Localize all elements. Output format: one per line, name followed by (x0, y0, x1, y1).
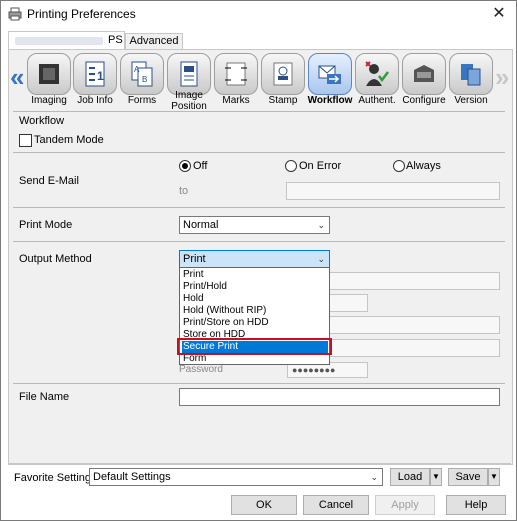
printer-name-redacted (15, 37, 103, 45)
chevron-down-icon: ⌄ (370, 472, 378, 482)
toolbar-label-workflow: Workflow (307, 95, 353, 106)
window-title: Printing Preferences (27, 7, 136, 21)
send-email-on-error-radio[interactable] (285, 160, 297, 172)
marks-icon (214, 53, 258, 95)
send-email-always-label: Always (406, 160, 441, 172)
close-button[interactable]: ✕ (485, 2, 513, 26)
ok-button[interactable]: OK (231, 495, 297, 515)
output-method-select[interactable]: Print ⌄ (179, 250, 330, 268)
tandem-mode-label: Tandem Mode (34, 134, 104, 146)
load-dropdown-arrow-icon[interactable]: ▼ (430, 468, 442, 486)
toolbar-label-stamp: Stamp (268, 95, 298, 106)
section-title: Workflow (19, 115, 65, 127)
output-method-label: Output Method (19, 253, 92, 265)
list-item[interactable]: Print/Hold (182, 281, 328, 293)
scroll-left-arrow-icon[interactable]: « (10, 63, 24, 91)
divider (13, 383, 505, 384)
svg-text:1: 1 (97, 69, 104, 83)
cancel-button[interactable]: Cancel (303, 495, 369, 515)
configure-icon (402, 53, 446, 95)
divider (13, 207, 505, 208)
apply-button[interactable]: Apply (375, 495, 435, 515)
svg-text:A: A (134, 65, 140, 74)
tab-ps-label: PS (108, 34, 123, 46)
toolbar-label-imaging: Imaging (31, 95, 67, 106)
toolbar-label-image-position: Image Position (171, 90, 207, 112)
file-name-label: File Name (19, 391, 70, 403)
printer-icon (8, 7, 22, 21)
toolbar-label-version: Version (454, 95, 488, 106)
send-email-label: Send E-Mail (19, 175, 79, 187)
send-email-always-radio[interactable] (393, 160, 405, 172)
file-name-input[interactable] (179, 388, 500, 406)
send-email-on-error-label: On Error (299, 160, 342, 172)
list-item[interactable]: Hold (Without RIP) (182, 305, 328, 317)
divider (13, 241, 505, 242)
authentication-icon (355, 53, 399, 95)
print-mode-select[interactable]: Normal ⌄ (179, 216, 330, 234)
toolbar-label-job-info: Job Info (77, 95, 113, 106)
divider (13, 152, 505, 153)
save-dropdown-arrow-icon[interactable]: ▼ (488, 468, 500, 486)
chevron-down-icon: ⌄ (317, 254, 325, 264)
list-item[interactable]: Print/Store on HDD (182, 317, 328, 329)
tandem-mode-checkbox[interactable] (19, 134, 32, 147)
favorite-setting-value: Default Settings (93, 471, 171, 483)
send-email-off-label: Off (193, 160, 208, 172)
print-mode-label: Print Mode (19, 219, 73, 231)
stamp-icon (261, 53, 305, 95)
image-position-icon (167, 53, 211, 95)
load-button[interactable]: Load (390, 468, 430, 486)
send-email-off-radio[interactable] (179, 160, 191, 172)
output-method-value: Print (183, 253, 206, 265)
imaging-icon (27, 53, 71, 95)
email-to-field[interactable] (286, 182, 500, 200)
email-to-label: to (179, 185, 189, 197)
tab-ps[interactable]: PS (8, 31, 125, 50)
toolbar-label-configure: Configure (402, 95, 446, 106)
version-icon (449, 53, 493, 95)
toolbar-label-authentication: Authent. (358, 95, 396, 106)
scroll-right-arrow-icon[interactable]: » (495, 63, 509, 91)
toolbar-label-marks: Marks (222, 95, 250, 106)
tab-advanced[interactable]: Advanced (125, 33, 183, 49)
printing-preferences-window: Printing Preferences ✕ PS Advanced « » I… (0, 0, 517, 521)
footer-divider (8, 463, 511, 464)
title-bar: Printing Preferences ✕ (1, 1, 516, 29)
favorite-setting-select[interactable]: Default Settings ⌄ (89, 468, 383, 486)
highlight-box (177, 338, 332, 355)
help-button[interactable]: Help (446, 495, 506, 515)
workflow-icon (308, 53, 352, 95)
toolbar-label-forms: Forms (127, 95, 157, 106)
save-button[interactable]: Save (448, 468, 488, 486)
password-label: Password (179, 364, 223, 375)
job-info-icon: 1 (73, 53, 117, 95)
list-item[interactable]: Hold (182, 293, 328, 305)
svg-text:B: B (142, 75, 147, 84)
print-mode-value: Normal (183, 219, 219, 231)
list-item[interactable]: Print (182, 269, 328, 281)
forms-icon: AB (120, 53, 164, 95)
favorite-setting-label: Favorite Setting (14, 472, 92, 484)
toolbar-divider (13, 111, 505, 112)
chevron-down-icon: ⌄ (317, 220, 325, 230)
